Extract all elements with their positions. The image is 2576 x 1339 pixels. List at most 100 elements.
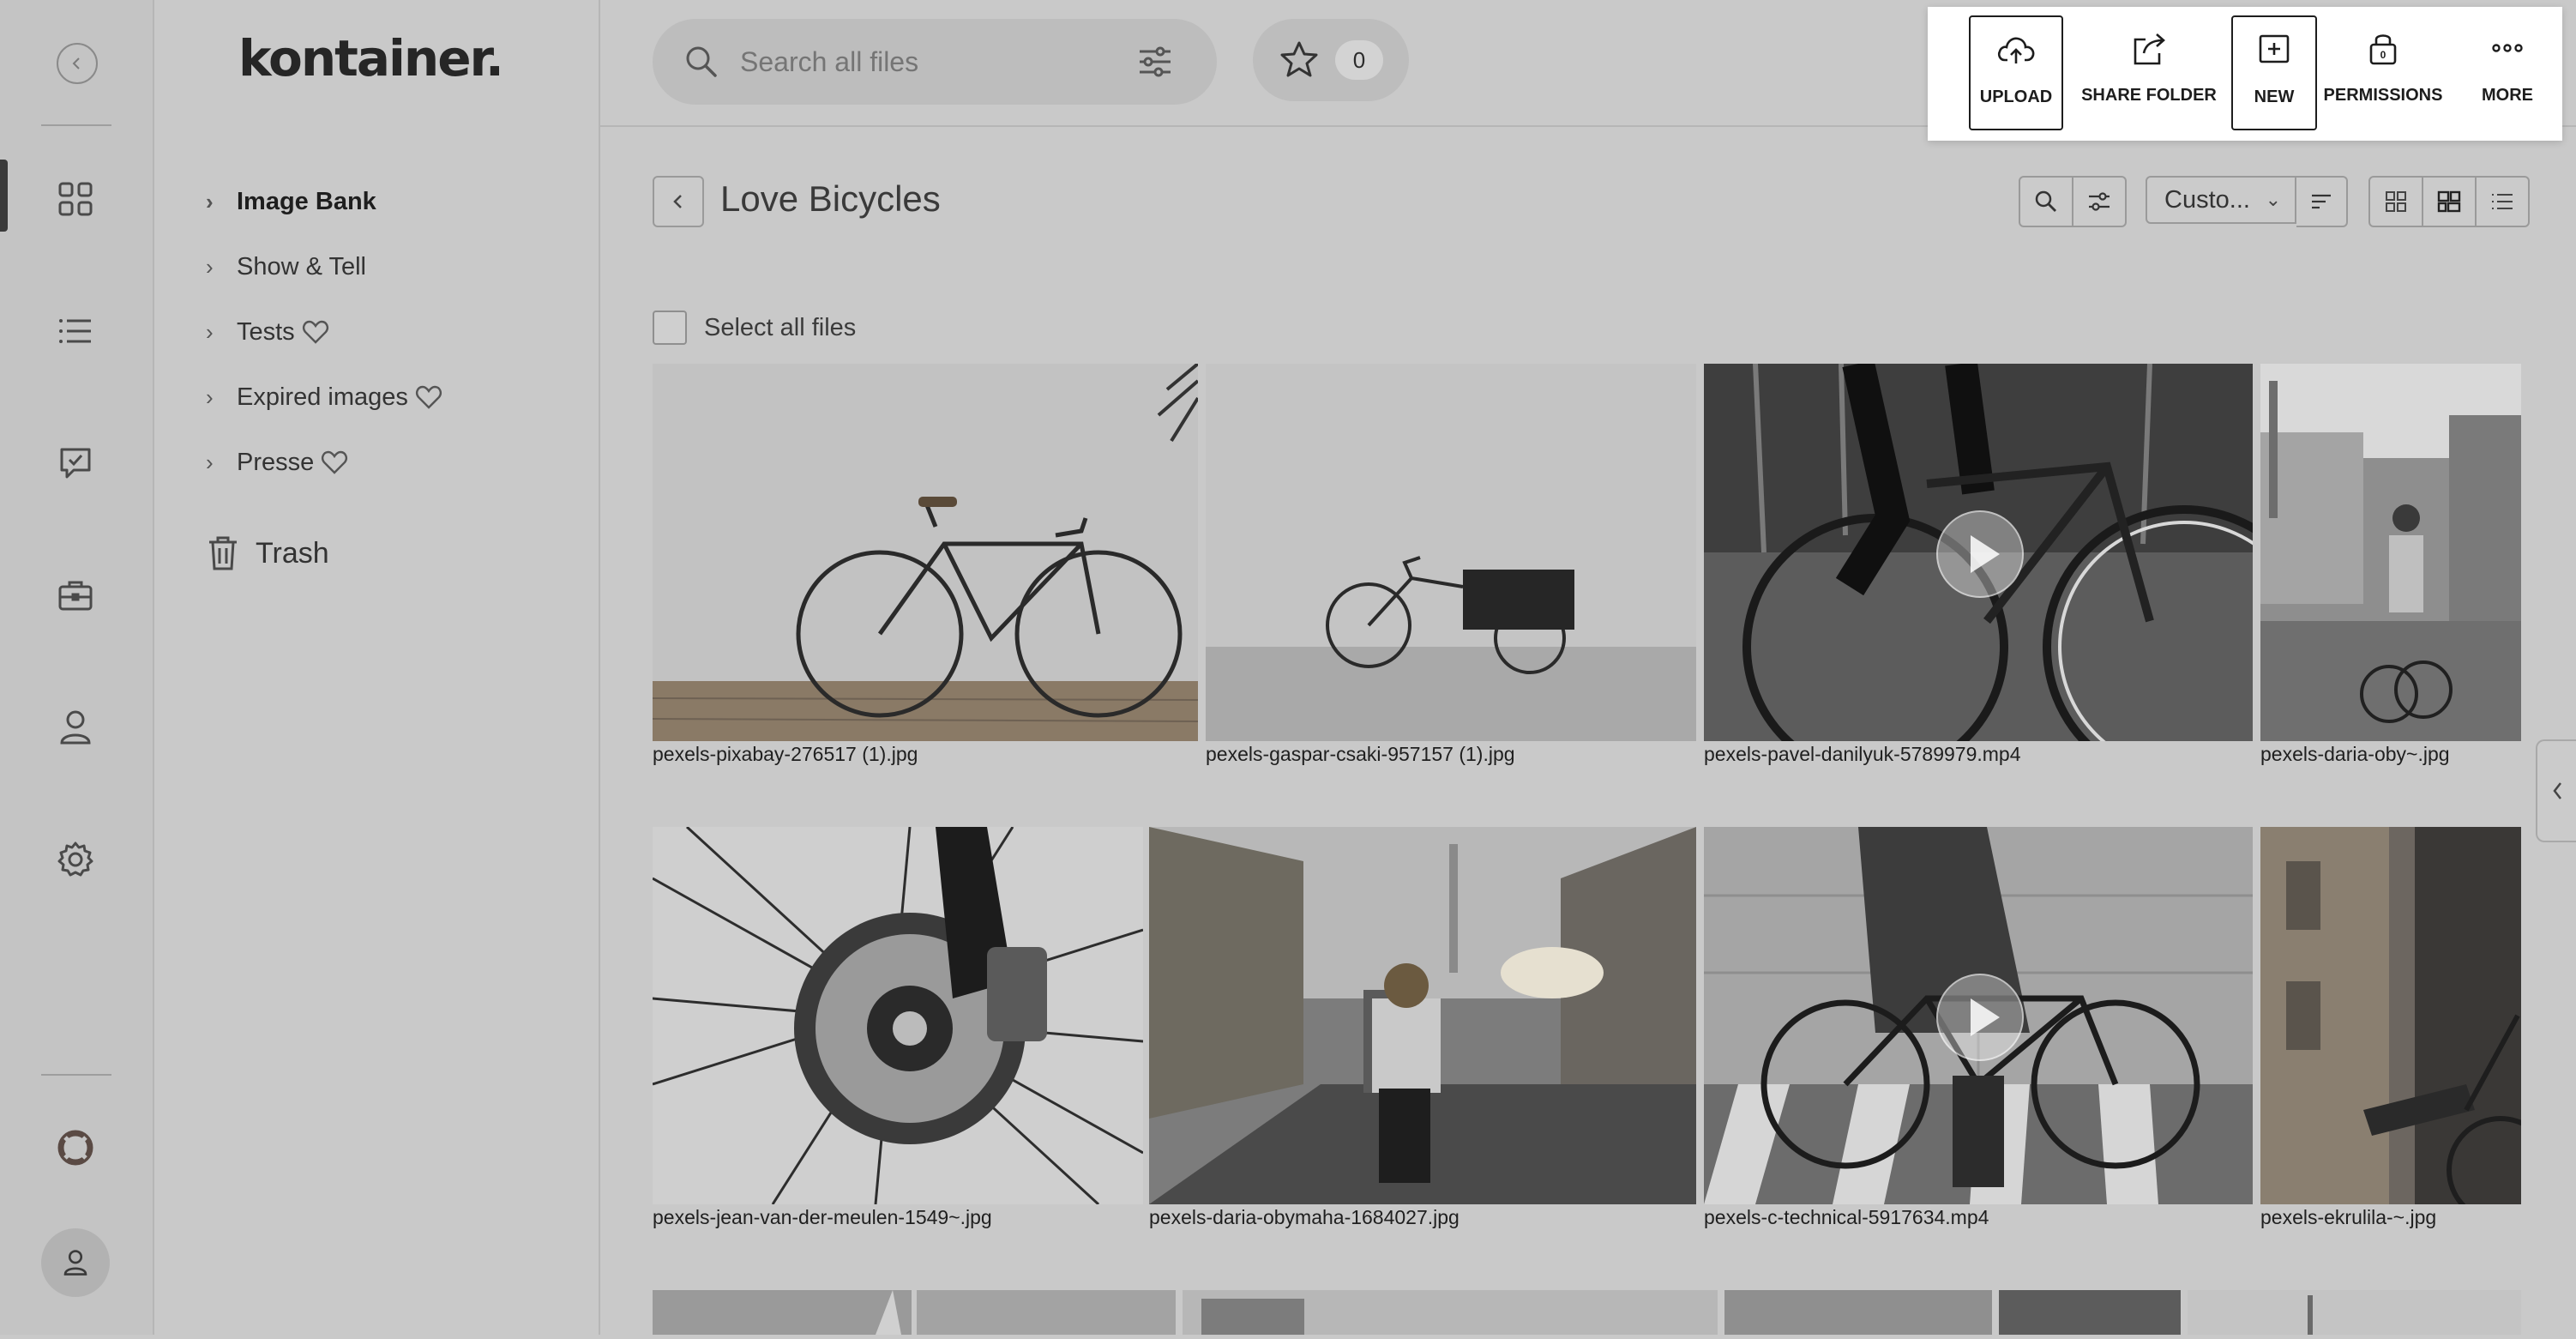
chevron-left-icon (72, 57, 80, 69)
rail-users-button[interactable] (43, 695, 108, 760)
favorites-button[interactable]: 0 (1253, 19, 1409, 101)
file-thumbnail[interactable] (2260, 827, 2521, 1204)
partial-thumbnails (653, 1290, 2521, 1335)
file-name: pexels-pavel-danilyuk-5789979.mp4 (1704, 743, 2021, 765)
select-all-files[interactable]: Select all files (653, 311, 856, 345)
sort-direction-button[interactable] (2296, 176, 2348, 227)
gear-icon (57, 841, 93, 877)
rail-divider (41, 124, 111, 126)
select-all-checkbox[interactable] (653, 311, 687, 345)
more-button[interactable]: MORE (2463, 15, 2552, 127)
file-thumbnail[interactable] (653, 827, 1143, 1204)
tree-item-image-bank[interactable]: › Image Bank (206, 181, 376, 222)
tree-item-label: Expired images (237, 383, 408, 411)
rail-approvals-button[interactable] (43, 431, 108, 496)
file-browser: Love Bicycles Custo... ⌄ Select all file… (600, 127, 2576, 1335)
heart-icon[interactable] (302, 319, 329, 345)
filter-sliders-icon[interactable] (1136, 43, 1174, 81)
new-file-plus-icon (2259, 34, 2290, 63)
more-dots-icon (2492, 44, 2523, 52)
heart-icon[interactable] (415, 384, 442, 410)
small-grid-icon (2386, 191, 2406, 212)
back-button[interactable] (653, 176, 704, 227)
chevron-down-icon: ⌄ (2265, 189, 2281, 210)
tree-item-tests[interactable]: › Tests (206, 311, 329, 353)
favorites-count-badge: 0 (1335, 40, 1383, 80)
share-folder-button[interactable]: SHARE FOLDER (2080, 15, 2218, 127)
rail-list-button[interactable] (43, 299, 108, 364)
view-list-button[interactable] (2477, 178, 2528, 226)
file-thumbnail[interactable] (653, 364, 1198, 741)
folder-search-button[interactable] (2020, 178, 2073, 226)
folder-actions-panel: UPLOAD SHARE FOLDER NEW 0 PERMISSIONS MO… (1928, 7, 2562, 141)
file-thumbnail[interactable] (1149, 827, 1696, 1204)
file-tile[interactable]: pexels-gaspar-csaki-957157 (1).jpg (1206, 364, 1696, 767)
search-icon (2035, 190, 2056, 212)
briefcase-icon (58, 581, 93, 611)
search-input[interactable] (738, 45, 1136, 79)
file-thumbnail[interactable] (1206, 364, 1696, 741)
upload-label: UPLOAD (1979, 87, 2053, 106)
account-avatar-button[interactable] (41, 1228, 110, 1297)
kontainer-logo[interactable]: kontainer. (238, 29, 504, 87)
more-label: MORE (2482, 86, 2533, 105)
new-button[interactable]: NEW (2231, 15, 2317, 130)
list-icon (59, 319, 91, 343)
star-icon (1280, 41, 1318, 77)
file-row-partial (653, 1290, 2521, 1335)
file-thumbnail[interactable] (2260, 364, 2521, 741)
sort-select-value: Custo... (2164, 185, 2250, 214)
trash-icon (209, 536, 237, 570)
trash-link[interactable]: Trash (206, 530, 329, 576)
sort-select[interactable]: Custo... ⌄ (2146, 176, 2296, 224)
collapse-sidebar-button[interactable] (57, 43, 98, 84)
grid-icon (58, 182, 93, 216)
upload-button[interactable]: UPLOAD (1969, 15, 2063, 130)
details-panel-toggle[interactable] (2536, 739, 2576, 842)
folder-sidebar: kontainer. › Image Bank › Show & Tell › … (154, 0, 777, 1335)
rail-settings-button[interactable] (43, 827, 108, 892)
filter-sliders-icon (2089, 192, 2110, 211)
user-icon (63, 1250, 87, 1276)
file-thumbnail[interactable] (1704, 827, 2253, 1204)
file-tile[interactable]: pexels-ekrulila-~.jpg (2260, 827, 2521, 1230)
tree-item-show-and-tell[interactable]: › Show & Tell (206, 246, 366, 287)
file-tile[interactable]: pexels-pavel-danilyuk-5789979.mp4 (1704, 364, 2253, 767)
chevron-right-icon[interactable]: › (206, 189, 228, 215)
cloud-upload-icon (1997, 37, 2035, 63)
view-small-grid-button[interactable] (2370, 178, 2423, 226)
view-mosaic-button[interactable] (2423, 178, 2477, 226)
folder-filter-button[interactable] (2073, 178, 2125, 226)
search-bar[interactable] (653, 19, 1217, 105)
list-icon (2492, 194, 2513, 209)
select-all-label: Select all files (704, 313, 857, 341)
file-tile[interactable]: pexels-daria-oby~.jpg (2260, 364, 2521, 767)
chevron-right-icon[interactable]: › (206, 319, 228, 346)
file-name: pexels-c-technical-5917634.mp4 (1704, 1206, 1989, 1228)
rail-dashboard-button[interactable] (43, 166, 108, 232)
tree-item-label: Tests (237, 317, 295, 346)
video-play-icon[interactable] (1936, 510, 2024, 598)
user-icon (60, 710, 91, 745)
rail-divider-bottom (41, 1074, 111, 1076)
rail-help-button[interactable] (43, 1115, 108, 1180)
file-name: pexels-ekrulila-~.jpg (2260, 1206, 2437, 1228)
chevron-right-icon[interactable]: › (206, 254, 228, 280)
chevron-right-icon[interactable]: › (206, 449, 228, 476)
tree-item-expired-images[interactable]: › Expired images (206, 377, 442, 418)
permissions-count: 0 (2380, 49, 2386, 61)
icon-rail (0, 0, 154, 1335)
mosaic-grid-icon (2437, 190, 2461, 213)
file-name: pexels-daria-oby~.jpg (2260, 743, 2450, 765)
permissions-button[interactable]: 0 PERMISSIONS (2319, 15, 2447, 127)
tree-item-presse[interactable]: › Presse (206, 442, 348, 483)
video-play-icon[interactable] (1936, 974, 2024, 1061)
file-tile[interactable]: pexels-pixabay-276517 (1).jpg (653, 364, 1198, 767)
file-thumbnail[interactable] (1704, 364, 2253, 741)
file-tile[interactable]: pexels-daria-obymaha-1684027.jpg (1149, 827, 1696, 1230)
rail-briefcase-button[interactable] (43, 563, 108, 628)
file-tile[interactable]: pexels-c-technical-5917634.mp4 (1704, 827, 2253, 1230)
chevron-right-icon[interactable]: › (206, 384, 228, 411)
heart-icon[interactable] (321, 449, 348, 475)
file-tile[interactable]: pexels-jean-van-der-meulen-1549~.jpg (653, 827, 1143, 1230)
